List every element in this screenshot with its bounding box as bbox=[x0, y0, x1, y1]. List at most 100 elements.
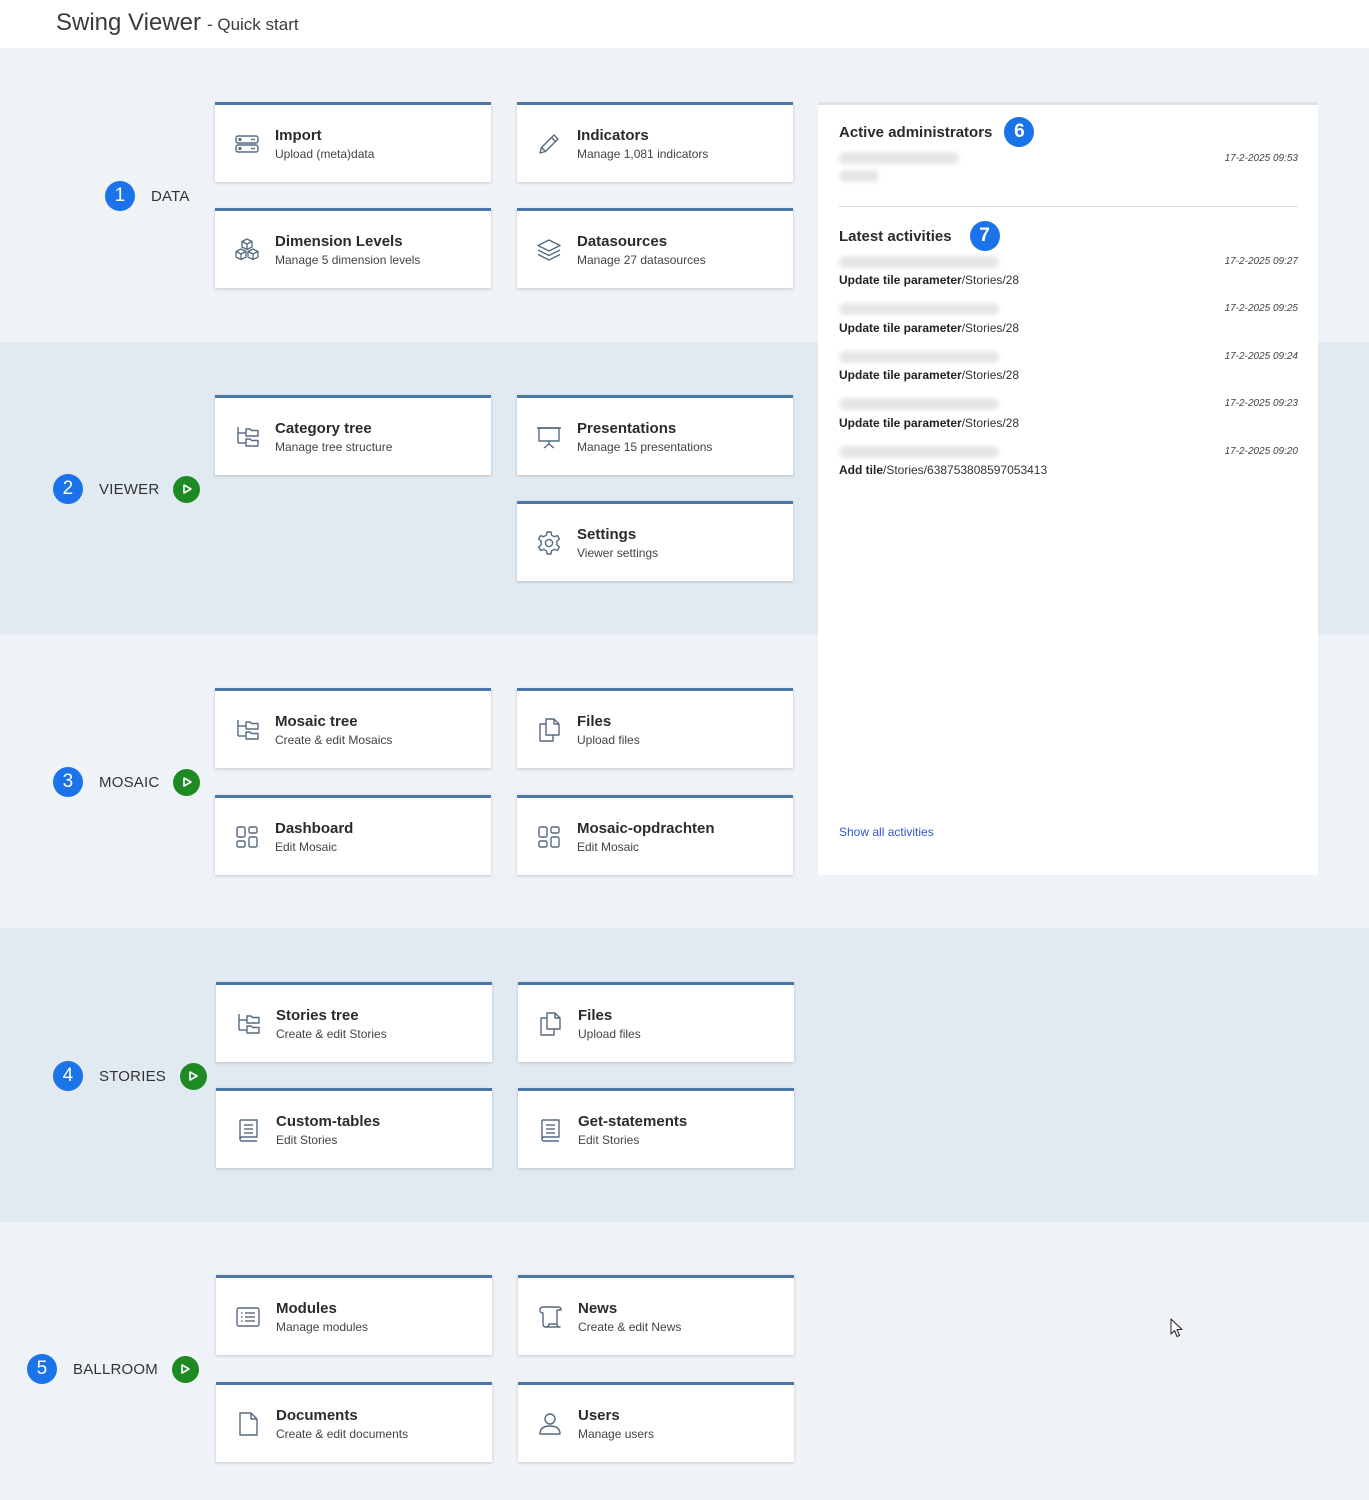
tile-dashboard[interactable]: Dashboard Edit Mosaic bbox=[215, 795, 491, 875]
tile-settings[interactable]: Settings Viewer settings bbox=[517, 501, 793, 581]
tile-subtitle: Manage 5 dimension levels bbox=[275, 253, 421, 267]
tile-news[interactable]: News Create & edit News bbox=[518, 1275, 794, 1355]
step-badge: 7 bbox=[969, 221, 1000, 251]
tile-modules[interactable]: Modules Manage modules bbox=[216, 1275, 492, 1355]
tile-title: Presentations bbox=[577, 420, 677, 437]
redacted-user bbox=[839, 256, 999, 268]
activity-timestamp: 17-2-2025 09:25 bbox=[1224, 303, 1298, 314]
step-badge: 3 bbox=[53, 767, 83, 797]
tile-mosaic-opdrachten[interactable]: Mosaic-opdrachten Edit Mosaic bbox=[517, 795, 793, 875]
page-subtitle: - Quick start bbox=[206, 15, 299, 34]
page-title: Swing Viewer - Quick start bbox=[56, 9, 299, 37]
play-button[interactable] bbox=[171, 1355, 199, 1383]
panel-heading-label: Latest activities bbox=[839, 227, 952, 245]
tile-subtitle: Create & edit Mosaics bbox=[275, 733, 393, 747]
tile-subtitle: Edit Stories bbox=[276, 1133, 338, 1147]
activity-action: Update tile parameter bbox=[839, 273, 962, 287]
tile-title: Documents bbox=[276, 1407, 358, 1424]
tile-get-statements[interactable]: Get-statements Edit Stories bbox=[518, 1088, 794, 1168]
tile-title: Dashboard bbox=[275, 820, 354, 837]
tree-icon bbox=[233, 423, 261, 451]
step-badge: 6 bbox=[1004, 117, 1035, 147]
gear-icon bbox=[535, 529, 563, 557]
tile-subtitle: Manage 1,081 indicators bbox=[577, 147, 709, 161]
tile-subtitle: Upload files bbox=[578, 1027, 641, 1041]
redacted-user bbox=[839, 398, 999, 410]
activity-path: /Stories/28 bbox=[961, 368, 1020, 382]
tile-users[interactable]: Users Manage users bbox=[518, 1382, 794, 1462]
tile-indicators[interactable]: Indicators Manage 1,081 indicators bbox=[517, 102, 793, 182]
files-icon bbox=[535, 716, 563, 744]
play-button[interactable] bbox=[179, 1062, 207, 1090]
activity-timestamp: 17-2-2025 09:24 bbox=[1224, 351, 1298, 362]
play-icon bbox=[189, 1071, 199, 1081]
tile-category-tree[interactable]: Category tree Manage tree structure bbox=[215, 395, 491, 475]
section-title: STORIES bbox=[99, 1067, 166, 1085]
panel-heading-label: Active administrators bbox=[839, 123, 993, 141]
activity-path: /Stories/28 bbox=[961, 416, 1020, 430]
tile-subtitle: Edit Stories bbox=[578, 1133, 640, 1147]
tile-subtitle: Create & edit News bbox=[578, 1320, 682, 1334]
tile-subtitle: Manage 27 datasources bbox=[577, 253, 706, 267]
tile-title: Indicators bbox=[577, 127, 649, 144]
tile-subtitle: Manage users bbox=[578, 1427, 655, 1441]
redacted-admin-name bbox=[839, 152, 959, 164]
activity-action: Update tile parameter bbox=[839, 321, 962, 335]
tile-title: Dimension Levels bbox=[275, 233, 403, 250]
tile-title: Mosaic-opdrachten bbox=[577, 820, 715, 837]
tile-title: Get-statements bbox=[578, 1113, 688, 1130]
section-title: BALLROOM bbox=[73, 1360, 158, 1378]
tile-subtitle: Upload files bbox=[577, 733, 640, 747]
section-title: DATA bbox=[151, 187, 190, 205]
tree-icon bbox=[233, 716, 261, 744]
tile-dimension-levels[interactable]: Dimension Levels Manage 5 dimension leve… bbox=[215, 208, 491, 288]
latest-activities-heading: Latest activities 7 bbox=[839, 221, 1000, 251]
activity-path: /Stories/638753808597053413 bbox=[883, 463, 1048, 477]
tile-presentations[interactable]: Presentations Manage 15 presentations bbox=[517, 395, 793, 475]
tile-title: Category tree bbox=[275, 420, 372, 437]
tile-subtitle: Manage 15 presentations bbox=[577, 440, 713, 454]
tile-documents[interactable]: Documents Create & edit documents bbox=[216, 1382, 492, 1462]
activity-action: Add tile bbox=[839, 463, 883, 477]
play-button[interactable] bbox=[173, 768, 201, 796]
tile-custom-tables[interactable]: Custom-tables Edit Stories bbox=[216, 1088, 492, 1168]
play-icon bbox=[181, 1364, 191, 1374]
tile-subtitle: Upload (meta)data bbox=[275, 147, 375, 161]
activity-description: Update tile parameter/Stories/28 bbox=[839, 368, 1019, 382]
presentation-icon bbox=[535, 423, 563, 451]
activity-timestamp: 17-2-2025 09:23 bbox=[1224, 398, 1298, 409]
tile-import[interactable]: Import Upload (meta)data bbox=[215, 102, 491, 182]
scroll-icon bbox=[536, 1303, 564, 1331]
tile-subtitle: Create & edit documents bbox=[276, 1427, 409, 1441]
tree-icon bbox=[234, 1010, 262, 1038]
redacted-user bbox=[839, 351, 999, 363]
tile-subtitle: Edit Mosaic bbox=[275, 840, 338, 854]
activity-action: Update tile parameter bbox=[839, 368, 962, 382]
show-all-activities-link[interactable]: Show all activities bbox=[839, 825, 934, 839]
activity-path: /Stories/28 bbox=[961, 321, 1020, 335]
step-badge: 1 bbox=[105, 181, 135, 211]
redacted-user bbox=[839, 446, 999, 458]
tile-stories-files[interactable]: Files Upload files bbox=[518, 982, 794, 1062]
play-button[interactable] bbox=[173, 475, 201, 503]
document-icon bbox=[234, 1410, 262, 1438]
tile-title: Users bbox=[578, 1407, 620, 1424]
tile-stories-tree[interactable]: Stories tree Create & edit Stories bbox=[216, 982, 492, 1062]
tile-title: News bbox=[578, 1300, 618, 1317]
admin-timestamp: 17-2-2025 09:53 bbox=[1224, 153, 1298, 164]
tile-datasources[interactable]: Datasources Manage 27 datasources bbox=[517, 208, 793, 288]
dashboard-icon bbox=[535, 823, 563, 851]
dashboard-icon bbox=[233, 823, 261, 851]
tile-subtitle: Manage modules bbox=[276, 1320, 369, 1334]
server-icon bbox=[233, 130, 261, 158]
tile-subtitle: Edit Mosaic bbox=[577, 840, 640, 854]
tile-title: Files bbox=[578, 1007, 613, 1024]
step-badge: 4 bbox=[53, 1061, 83, 1091]
redacted-user bbox=[839, 303, 999, 315]
redacted-admin-detail bbox=[839, 170, 879, 182]
tile-mosaic-files[interactable]: Files Upload files bbox=[517, 688, 793, 768]
tile-mosaic-tree[interactable]: Mosaic tree Create & edit Mosaics bbox=[215, 688, 491, 768]
tile-subtitle: Create & edit Stories bbox=[276, 1027, 387, 1041]
activity-action: Update tile parameter bbox=[839, 416, 962, 430]
section-label-ballroom: 5 BALLROOM bbox=[27, 1354, 199, 1384]
